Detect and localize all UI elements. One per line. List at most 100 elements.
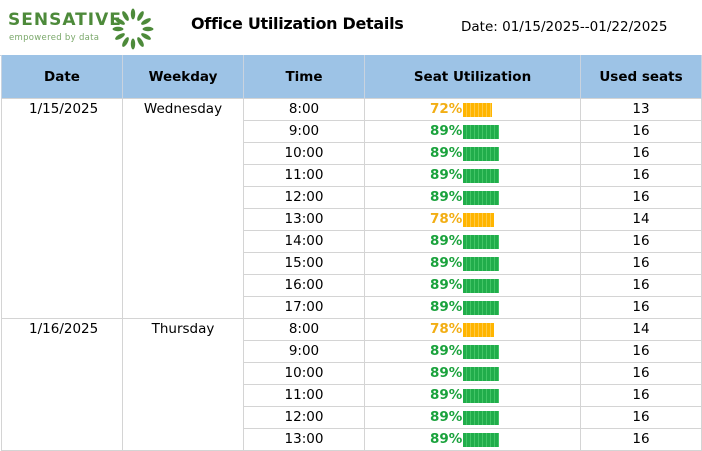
seat-utilization-cell: 89%: [364, 164, 581, 187]
utilization-percent: 89%: [430, 387, 463, 403]
used-seats-cell: 16: [580, 428, 702, 451]
seat-utilization-cell: 78%: [364, 318, 581, 341]
time-cell: 8:00: [243, 98, 365, 121]
utilization-percent: 78%: [430, 321, 463, 337]
used-seats-cell: 16: [580, 340, 702, 363]
utilization-bar: [463, 388, 499, 403]
time-cell: 12:00: [243, 406, 365, 429]
utilization-percent: 72%: [430, 101, 463, 117]
utilization-percent: 89%: [430, 145, 463, 161]
utilization-percent: 89%: [430, 233, 463, 249]
time-cell: 16:00: [243, 274, 365, 297]
time-cell: 15:00: [243, 252, 365, 275]
utilization-bar: [463, 366, 499, 381]
time-cell: 11:00: [243, 384, 365, 407]
seat-utilization-cell: 89%: [364, 274, 581, 297]
seat-utilization-cell: 89%: [364, 142, 581, 165]
column-header-time: Time: [243, 55, 365, 99]
column-header-date: Date: [1, 55, 123, 99]
time-cell: 11:00: [243, 164, 365, 187]
used-seats-cell: 16: [580, 362, 702, 385]
date-cell: 1/15/2025: [1, 98, 123, 319]
time-cell: 9:00: [243, 120, 365, 143]
brand-tagline: empowered by data: [9, 33, 100, 43]
used-seats-cell: 16: [580, 120, 702, 143]
used-seats-cell: 16: [580, 186, 702, 209]
time-cell: 14:00: [243, 230, 365, 253]
brand-name: SENSATIVE: [8, 10, 122, 30]
utilization-percent: 89%: [430, 431, 463, 447]
utilization-bar: [463, 146, 499, 161]
utilization-bar: [463, 344, 499, 359]
utilization-percent: 89%: [430, 343, 463, 359]
table-row: 1/16/2025 Thursday 8:00 78% 14: [1, 318, 702, 451]
used-seats-cell: 16: [580, 164, 702, 187]
used-seats-cell: 16: [580, 274, 702, 297]
utilization-percent: 89%: [430, 365, 463, 381]
seat-utilization-cell: 89%: [364, 230, 581, 253]
utilization-bar: [463, 410, 499, 425]
utilization-bar: [463, 190, 499, 205]
time-cell: 10:00: [243, 142, 365, 165]
utilization-bar: [463, 234, 499, 249]
report-title: Office Utilization Details: [191, 14, 404, 33]
table-header-row: Date Weekday Time Seat Utilization Used …: [1, 55, 702, 99]
used-seats-cell: 16: [580, 296, 702, 319]
seat-utilization-cell: 89%: [364, 186, 581, 209]
used-seats-cell: 16: [580, 230, 702, 253]
seat-utilization-cell: 89%: [364, 296, 581, 319]
weekday-cell: Thursday: [122, 318, 244, 451]
utilization-percent: 89%: [430, 409, 463, 425]
utilization-bar: [463, 256, 499, 271]
utilization-percent: 89%: [430, 277, 463, 293]
seat-utilization-cell: 89%: [364, 252, 581, 275]
column-header-used-seats: Used seats: [580, 55, 702, 99]
seat-utilization-cell: 89%: [364, 362, 581, 385]
utilization-percent: 89%: [430, 167, 463, 183]
utilization-table: Date Weekday Time Seat Utilization Used …: [1, 55, 702, 451]
column-header-weekday: Weekday: [122, 55, 244, 99]
utilization-bar: [463, 278, 499, 293]
sunburst-logo-icon: [112, 8, 154, 50]
used-seats-cell: 16: [580, 406, 702, 429]
seat-utilization-cell: 78%: [364, 208, 581, 231]
utilization-bar: [463, 212, 494, 227]
seat-utilization-cell: 89%: [364, 428, 581, 451]
used-seats-cell: 13: [580, 98, 702, 121]
table-row: 1/15/2025 Wednesday 8:00 72% 13: [1, 98, 702, 319]
utilization-percent: 78%: [430, 211, 463, 227]
time-cell: 8:00: [243, 318, 365, 341]
utilization-bar: [463, 432, 499, 447]
utilization-bar: [463, 124, 499, 139]
utilization-bar: [463, 300, 499, 315]
seat-utilization-cell: 89%: [364, 406, 581, 429]
time-cell: 9:00: [243, 340, 365, 363]
time-cell: 17:00: [243, 296, 365, 319]
time-cell: 13:00: [243, 208, 365, 231]
utilization-bar: [463, 102, 492, 117]
used-seats-cell: 14: [580, 318, 702, 341]
weekday-cell: Wednesday: [122, 98, 244, 319]
seat-utilization-cell: 89%: [364, 384, 581, 407]
utilization-percent: 89%: [430, 299, 463, 315]
column-header-seat-utilization: Seat Utilization: [364, 55, 581, 99]
time-cell: 10:00: [243, 362, 365, 385]
used-seats-cell: 14: [580, 208, 702, 231]
utilization-percent: 89%: [430, 123, 463, 139]
date-cell: 1/16/2025: [1, 318, 123, 451]
seat-utilization-cell: 89%: [364, 120, 581, 143]
used-seats-cell: 16: [580, 384, 702, 407]
date-range: Date: 01/15/2025--01/22/2025: [461, 19, 668, 35]
utilization-percent: 89%: [430, 255, 463, 271]
utilization-bar: [463, 168, 499, 183]
time-cell: 12:00: [243, 186, 365, 209]
utilization-bar: [463, 322, 494, 337]
report-header: SENSATIVE empowered by data Office Utili…: [0, 0, 702, 56]
seat-utilization-cell: 89%: [364, 340, 581, 363]
brand-logo: SENSATIVE empowered by data: [8, 8, 158, 50]
used-seats-cell: 16: [580, 142, 702, 165]
seat-utilization-cell: 72%: [364, 98, 581, 121]
used-seats-cell: 16: [580, 252, 702, 275]
utilization-percent: 89%: [430, 189, 463, 205]
table-body: 1/15/2025 Wednesday 8:00 72% 13 9:00 89% 16 10:0…: [1, 98, 702, 451]
